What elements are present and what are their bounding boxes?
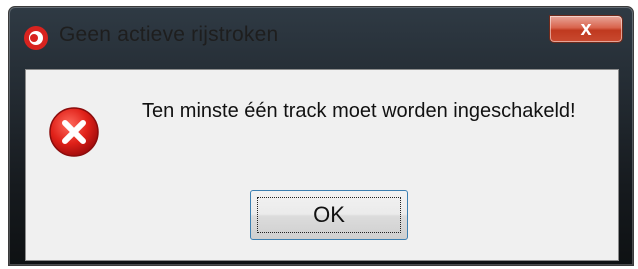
ok-button[interactable]: OK xyxy=(250,190,408,240)
error-icon xyxy=(49,107,99,157)
focus-rectangle xyxy=(257,197,401,233)
dialog-title: Geen actieve rijstroken xyxy=(59,23,279,46)
app-logo-icon xyxy=(24,26,48,50)
close-icon: x xyxy=(580,17,592,40)
dialog-body: Ten minste één track moet worden ingesch… xyxy=(25,69,619,261)
dialog-message: Ten minste één track moet worden ingesch… xyxy=(142,100,576,122)
dialog-window: Geen actieve rijstroken x Ten minste één… xyxy=(8,6,634,266)
close-button[interactable]: x xyxy=(549,15,623,43)
title-bar[interactable]: Geen actieve rijstroken x xyxy=(9,7,633,71)
